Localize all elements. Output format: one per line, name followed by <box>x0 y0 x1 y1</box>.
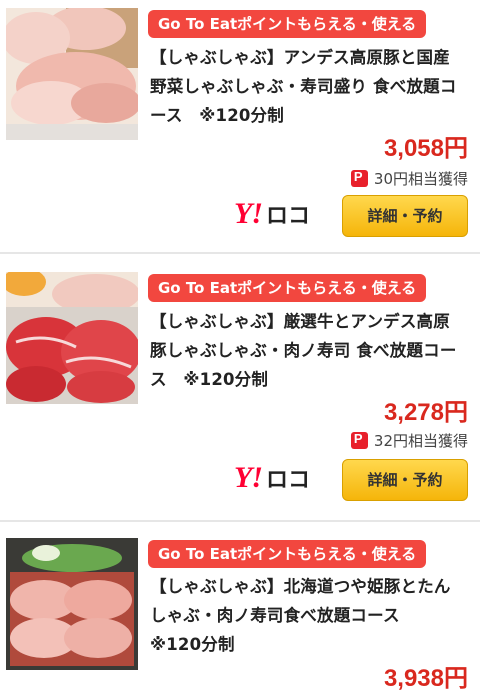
plan-title-line: しゃぶ・肉ノ寿司食べ放題コース <box>150 606 400 625</box>
plan-photo[interactable] <box>6 8 138 140</box>
plan-price: 3,058円 <box>383 135 468 162</box>
plan-title-line: 野菜しゃぶしゃぶ・寿司盛り 食べ放題コ <box>150 77 457 96</box>
plan-title[interactable]: 【しゃぶしゃぶ】アンデス高原豚と国産 野菜しゃぶしゃぶ・寿司盛り 食べ放題コ ー… <box>150 43 468 130</box>
plan-price: 3,938円 <box>383 665 468 692</box>
beef-platter-image <box>6 272 138 404</box>
plan-card-2[interactable]: Go To Eatポイントもらえる・使える 【しゃぶしゃぶ】厳選牛とアンデス高原… <box>0 262 480 520</box>
plan-photo[interactable] <box>6 272 138 404</box>
points-text: 32円相当獲得 <box>373 432 468 450</box>
plan-title-line: 【しゃぶしゃぶ】アンデス高原豚と国産 <box>150 48 450 67</box>
plan-list: Go To Eatポイントもらえる・使える 【しゃぶしゃぶ】アンデス高原豚と国産… <box>0 0 480 692</box>
plan-title[interactable]: 【しゃぶしゃぶ】厳選牛とアンデス高原 豚しゃぶしゃぶ・肉ノ寿司 食べ放題コー ス… <box>150 307 468 394</box>
yahoo-loco-logo: Y! ロコ <box>234 461 310 495</box>
plan-title-line: 豚しゃぶしゃぶ・肉ノ寿司 食べ放題コー <box>150 341 457 360</box>
go-to-eat-badge: Go To Eatポイントもらえる・使える <box>148 274 427 302</box>
plan-title-line: 【しゃぶしゃぶ】厳選牛とアンデス高原 <box>150 312 450 331</box>
yahoo-logo-icon: Y! <box>234 461 263 494</box>
paypay-icon <box>350 169 368 187</box>
paypay-icon <box>350 431 368 449</box>
points-text: 30円相当獲得 <box>373 170 468 188</box>
go-to-eat-badge: Go To Eatポイントもらえる・使える <box>148 540 427 568</box>
plan-title-line: ース ※120分制 <box>150 106 284 125</box>
yahoo-loco-logo: Y! ロコ <box>234 197 310 231</box>
service-name: ロコ <box>266 468 311 493</box>
plan-title-line: ※120分制 <box>150 635 235 654</box>
plan-title[interactable]: 【しゃぶしゃぶ】北海道つや姫豚とたん しゃぶ・肉ノ寿司食べ放題コース ※120分… <box>150 572 468 659</box>
plan-card-3[interactable]: Go To Eatポイントもらえる・使える 【しゃぶしゃぶ】北海道つや姫豚とたん… <box>0 530 480 692</box>
yahoo-logo-icon: Y! <box>234 197 263 230</box>
plan-photo[interactable] <box>6 538 138 670</box>
plan-title-line: ス ※120分制 <box>150 370 269 389</box>
pork-tongue-platter-image <box>6 538 138 670</box>
divider <box>0 252 480 254</box>
details-reserve-button[interactable]: 詳細・予約 <box>342 459 468 501</box>
plan-card-1[interactable]: Go To Eatポイントもらえる・使える 【しゃぶしゃぶ】アンデス高原豚と国産… <box>0 0 480 252</box>
details-reserve-button[interactable]: 詳細・予約 <box>342 195 468 237</box>
plan-title-line: 【しゃぶしゃぶ】北海道つや姫豚とたん <box>150 577 451 596</box>
pork-platter-image <box>6 8 138 140</box>
divider <box>0 520 480 522</box>
service-name: ロコ <box>266 204 311 229</box>
go-to-eat-badge: Go To Eatポイントもらえる・使える <box>148 10 427 38</box>
points-earned: 32円相当獲得 <box>350 430 468 451</box>
plan-price: 3,278円 <box>383 399 468 426</box>
points-earned: 30円相当獲得 <box>350 168 468 189</box>
